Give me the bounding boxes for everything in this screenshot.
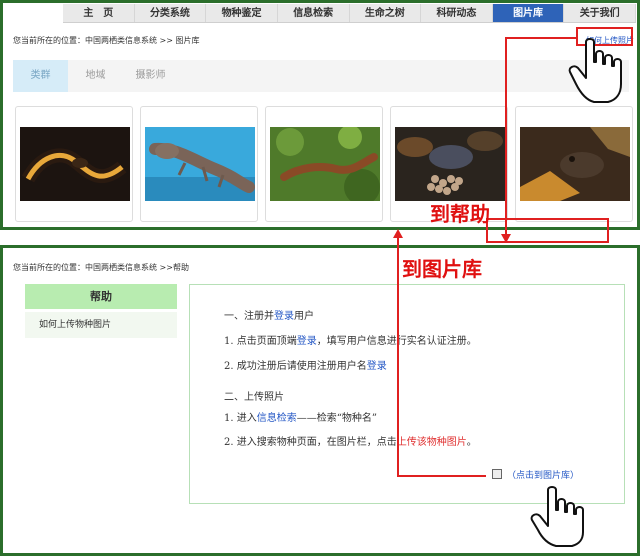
- help-sidebar: 帮助 如何上传物种图片: [25, 284, 177, 338]
- photo-card[interactable]: [15, 106, 133, 222]
- upload-species-photo-link[interactable]: 上传该物种图片: [397, 437, 467, 448]
- annotation-to-help: 到帮助: [430, 202, 490, 226]
- gallery-tabs: 类群 地域 摄影师: [13, 60, 629, 92]
- nav-taxonomy[interactable]: 分类系统: [135, 4, 207, 22]
- login-link[interactable]: 登录: [297, 336, 317, 347]
- login-link[interactable]: 登录: [274, 311, 294, 322]
- photo-card[interactable]: [140, 106, 258, 222]
- amphibian-photo-4[interactable]: [395, 127, 505, 201]
- amphibian-photo-1[interactable]: [20, 127, 130, 201]
- go-to-gallery-button[interactable]: （点击到图片库）: [492, 468, 579, 481]
- image-icon: [492, 469, 502, 479]
- photo-grid: [15, 106, 635, 224]
- annotation-to-gallery: 到图片库: [402, 257, 482, 281]
- nav-tree-of-life[interactable]: 生命之树: [350, 4, 422, 22]
- arrow-head-up-icon: [393, 229, 403, 238]
- breadcrumb: 您当前所在的位置：中国两栖类信息系统 >> 图片库: [13, 36, 200, 45]
- help-sidebar-title: 帮助: [25, 284, 177, 309]
- nav-identification[interactable]: 物种鉴定: [206, 4, 278, 22]
- nav-research-news[interactable]: 科研动态: [421, 4, 493, 22]
- tab-region[interactable]: 地域: [68, 60, 123, 92]
- amphibian-photo-2[interactable]: [145, 127, 255, 201]
- nav-gallery[interactable]: 图片库: [492, 4, 565, 22]
- login-link[interactable]: 登录: [367, 361, 387, 372]
- step-upload-2: 2. 进入搜索物种页面，在图片栏，点击上传该物种图片。: [224, 437, 477, 448]
- gallery-page-panel: 主 页 分类系统 物种鉴定 信息检索 生命之树 科研动态 图片库 关于我们 您当…: [0, 0, 640, 230]
- photo-card[interactable]: [515, 106, 633, 222]
- gallery-button-highlight: [486, 218, 609, 243]
- nav-search[interactable]: 信息检索: [278, 4, 350, 22]
- section-upload: 二、上传照片: [224, 392, 284, 403]
- section-register: 一、注册并登录用户: [224, 311, 314, 322]
- tab-taxon-group[interactable]: 类群: [13, 60, 68, 92]
- amphibian-photo-3[interactable]: [270, 125, 380, 205]
- step-register-1: 1. 点击页面顶端登录，填写用户信息进行实名认证注册。: [224, 336, 477, 347]
- help-link-highlight: [576, 27, 633, 46]
- step-upload-1: 1. 进入信息检索——检索“物种名”: [224, 413, 377, 424]
- tab-photographer[interactable]: 摄影师: [123, 60, 178, 92]
- main-nav: 主 页 分类系统 物种鉴定 信息检索 生命之树 科研动态 图片库 关于我们: [63, 4, 636, 23]
- nav-about[interactable]: 关于我们: [564, 4, 636, 22]
- photo-card[interactable]: [265, 106, 383, 222]
- help-page-panel: 您当前所在的位置：中国两栖类信息系统 >>帮助 帮助 如何上传物种图片 一、注册…: [0, 245, 640, 556]
- info-search-link[interactable]: 信息检索: [257, 413, 297, 424]
- breadcrumb: 您当前所在的位置：中国两栖类信息系统 >>帮助: [13, 263, 189, 272]
- help-content: 一、注册并登录用户 1. 点击页面顶端登录，填写用户信息进行实名认证注册。 2.…: [189, 284, 625, 504]
- nav-home[interactable]: 主 页: [63, 4, 135, 22]
- amphibian-photo-5[interactable]: [520, 127, 630, 201]
- help-item-upload-photo[interactable]: 如何上传物种图片: [25, 312, 177, 338]
- step-register-2: 2. 成功注册后请使用注册用户名登录: [224, 361, 387, 372]
